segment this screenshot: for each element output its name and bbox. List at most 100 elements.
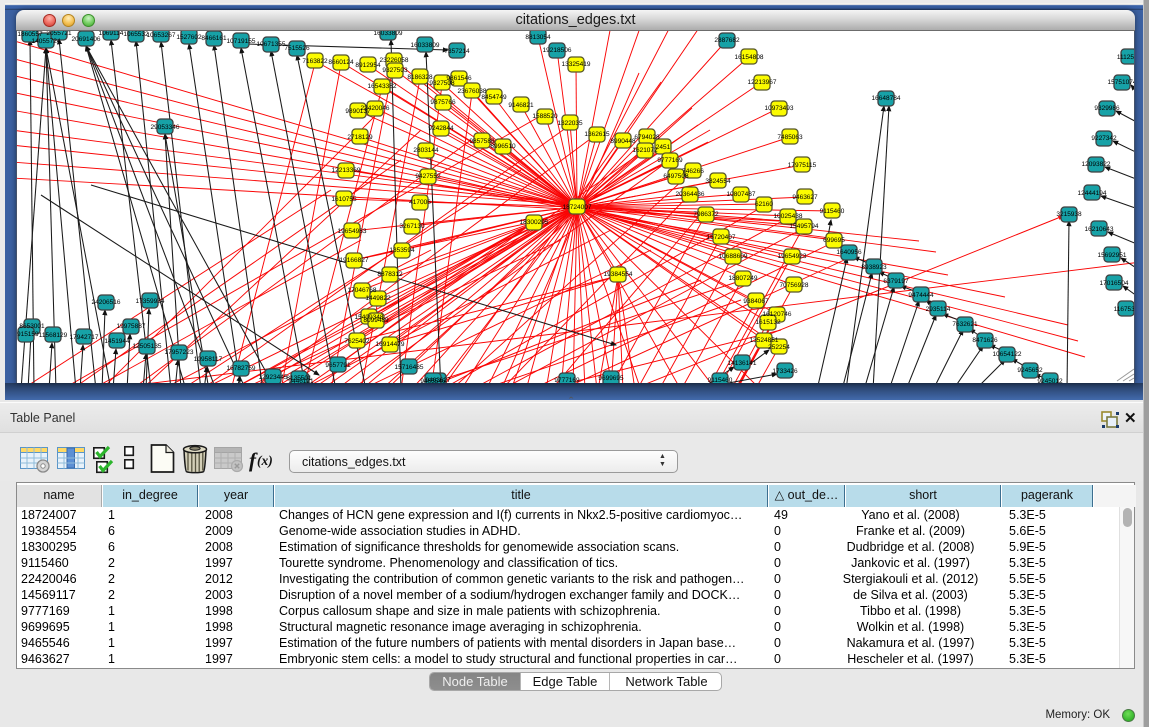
svg-text:17359934: 17359934: [136, 298, 165, 305]
svg-text:9465546: 9465546: [420, 378, 446, 383]
svg-text:2803144: 2803144: [413, 147, 439, 154]
svg-text:10719155: 10719155: [227, 38, 256, 45]
svg-text:1449822: 1449822: [365, 295, 391, 302]
svg-text:8099489: 8099489: [363, 317, 389, 324]
svg-text:1615132: 1615132: [755, 319, 781, 326]
svg-text:9463627: 9463627: [792, 194, 818, 201]
svg-text:2887682: 2887682: [714, 37, 740, 44]
svg-text:12093822: 12093822: [1082, 161, 1111, 168]
svg-text:15495794: 15495794: [790, 223, 819, 230]
svg-text:9777169: 9777169: [554, 377, 580, 383]
svg-text:7357214: 7357214: [444, 48, 470, 55]
svg-text:7632621: 7632621: [952, 321, 978, 328]
svg-text:10807487: 10807487: [727, 191, 756, 198]
svg-text:70756928: 70756928: [780, 282, 809, 289]
svg-text:252254: 252254: [768, 344, 790, 351]
svg-text:18300295: 18300295: [520, 219, 549, 226]
svg-text:7625402: 7625402: [344, 338, 370, 345]
svg-text:19654983: 19654983: [338, 228, 367, 235]
svg-text:2718129: 2718129: [347, 134, 373, 141]
svg-text:16033809: 16033809: [374, 31, 403, 37]
svg-text:6794028: 6794028: [634, 134, 660, 141]
svg-text:19975887: 19975887: [117, 323, 146, 330]
svg-text:12505135: 12505135: [133, 343, 162, 350]
svg-text:15720407: 15720407: [707, 234, 736, 241]
svg-text:9329986: 9329986: [1094, 105, 1120, 112]
svg-text:8454749: 8454749: [481, 94, 507, 101]
svg-text:14055724: 14055724: [32, 38, 61, 45]
svg-text:3215938: 3215938: [1056, 211, 1082, 218]
svg-text:2451: 2451: [656, 144, 671, 151]
svg-text:2055721: 2055721: [46, 31, 72, 37]
svg-text:1112534: 1112534: [1117, 54, 1135, 61]
svg-text:7163822: 7163822: [302, 58, 328, 65]
svg-text:10025438: 10025438: [774, 213, 803, 220]
svg-text:9327503: 9327503: [382, 67, 408, 74]
svg-text:15751074: 15751074: [1108, 79, 1135, 86]
svg-text:15692951: 15692951: [1098, 252, 1127, 259]
svg-text:1065532: 1065532: [123, 31, 149, 38]
svg-text:19218506: 19218506: [543, 47, 572, 54]
svg-text:10973493: 10973493: [765, 105, 794, 112]
svg-text:10671355: 10671355: [257, 41, 286, 48]
svg-text:16914479: 16914479: [376, 341, 405, 348]
svg-text:9657791: 9657791: [325, 362, 351, 369]
svg-text:1069114: 1069114: [99, 31, 124, 37]
svg-text:9115460: 9115460: [708, 377, 733, 383]
svg-text:9384067: 9384067: [743, 298, 769, 305]
svg-text:13325419: 13325419: [562, 61, 591, 68]
svg-text:9427552: 9427552: [415, 173, 441, 180]
svg-text:10653267: 10653267: [147, 32, 176, 39]
svg-text:1860557: 1860557: [17, 31, 43, 38]
svg-text:12213967: 12213967: [748, 79, 777, 86]
svg-text:14136141: 14136141: [728, 360, 757, 367]
svg-text:29053346: 29053346: [151, 124, 180, 131]
svg-text:24206516: 24206516: [92, 299, 121, 306]
svg-text:3824554: 3824554: [705, 178, 731, 185]
svg-text:7986372: 7986372: [693, 211, 719, 218]
svg-text:8996510: 8996510: [490, 143, 516, 150]
svg-text:8938923: 8938923: [861, 264, 887, 271]
svg-text:7515526: 7515526: [284, 45, 310, 52]
svg-text:8471626: 8471626: [972, 337, 998, 344]
svg-text:16648784: 16648784: [872, 95, 901, 102]
svg-text:17016504: 17016504: [1100, 280, 1129, 287]
svg-text:9242844: 9242844: [428, 125, 454, 132]
svg-text:8466161: 8466161: [201, 35, 227, 42]
svg-text:8813054: 8813054: [525, 34, 551, 41]
svg-text:1362615: 1362615: [584, 131, 610, 138]
svg-text:1588520: 1588520: [532, 113, 558, 120]
svg-text:8878312: 8878312: [377, 271, 403, 278]
svg-text:19384554: 19384554: [604, 271, 633, 278]
svg-text:15716485: 15716485: [395, 364, 424, 371]
svg-text:8912954: 8912954: [355, 62, 381, 69]
svg-text:1527602: 1527602: [176, 34, 202, 41]
svg-text:12923445: 12923445: [259, 374, 288, 381]
svg-text:62160: 62160: [755, 201, 773, 208]
svg-text:17942717: 17942717: [70, 334, 99, 341]
svg-text:17957223: 17957223: [165, 349, 194, 356]
svg-text:9146821: 9146821: [508, 102, 534, 109]
svg-text:8653001: 8653001: [19, 323, 45, 330]
svg-text:16782759: 16782759: [227, 365, 256, 372]
svg-text:3267130: 3267130: [399, 223, 425, 230]
svg-text:746266: 746266: [682, 168, 704, 175]
svg-text:10654122: 10654122: [993, 351, 1022, 358]
svg-text:20364436: 20364436: [676, 191, 705, 198]
svg-text:8990448: 8990448: [610, 138, 636, 145]
svg-text:16210643: 16210643: [1085, 226, 1114, 233]
svg-text:7485063: 7485063: [777, 134, 803, 141]
svg-text:16120746: 16120746: [763, 311, 792, 318]
svg-text:1733426: 1733426: [772, 368, 798, 375]
svg-text:19166827: 19166827: [340, 257, 369, 264]
svg-text:9245652: 9245652: [1017, 367, 1043, 374]
svg-text:1451944: 1451944: [104, 338, 130, 345]
svg-text:12444194: 12444194: [1078, 190, 1107, 197]
svg-text:(x): (x): [257, 453, 273, 468]
svg-text:19654923: 19654923: [778, 253, 807, 260]
svg-text:9861546: 9861546: [446, 75, 472, 82]
svg-text:3915159: 3915159: [17, 331, 39, 338]
svg-text:16543382: 16543382: [368, 83, 397, 90]
svg-text:1167533: 1167533: [1114, 306, 1135, 313]
svg-text:23226058: 23226058: [380, 57, 409, 64]
